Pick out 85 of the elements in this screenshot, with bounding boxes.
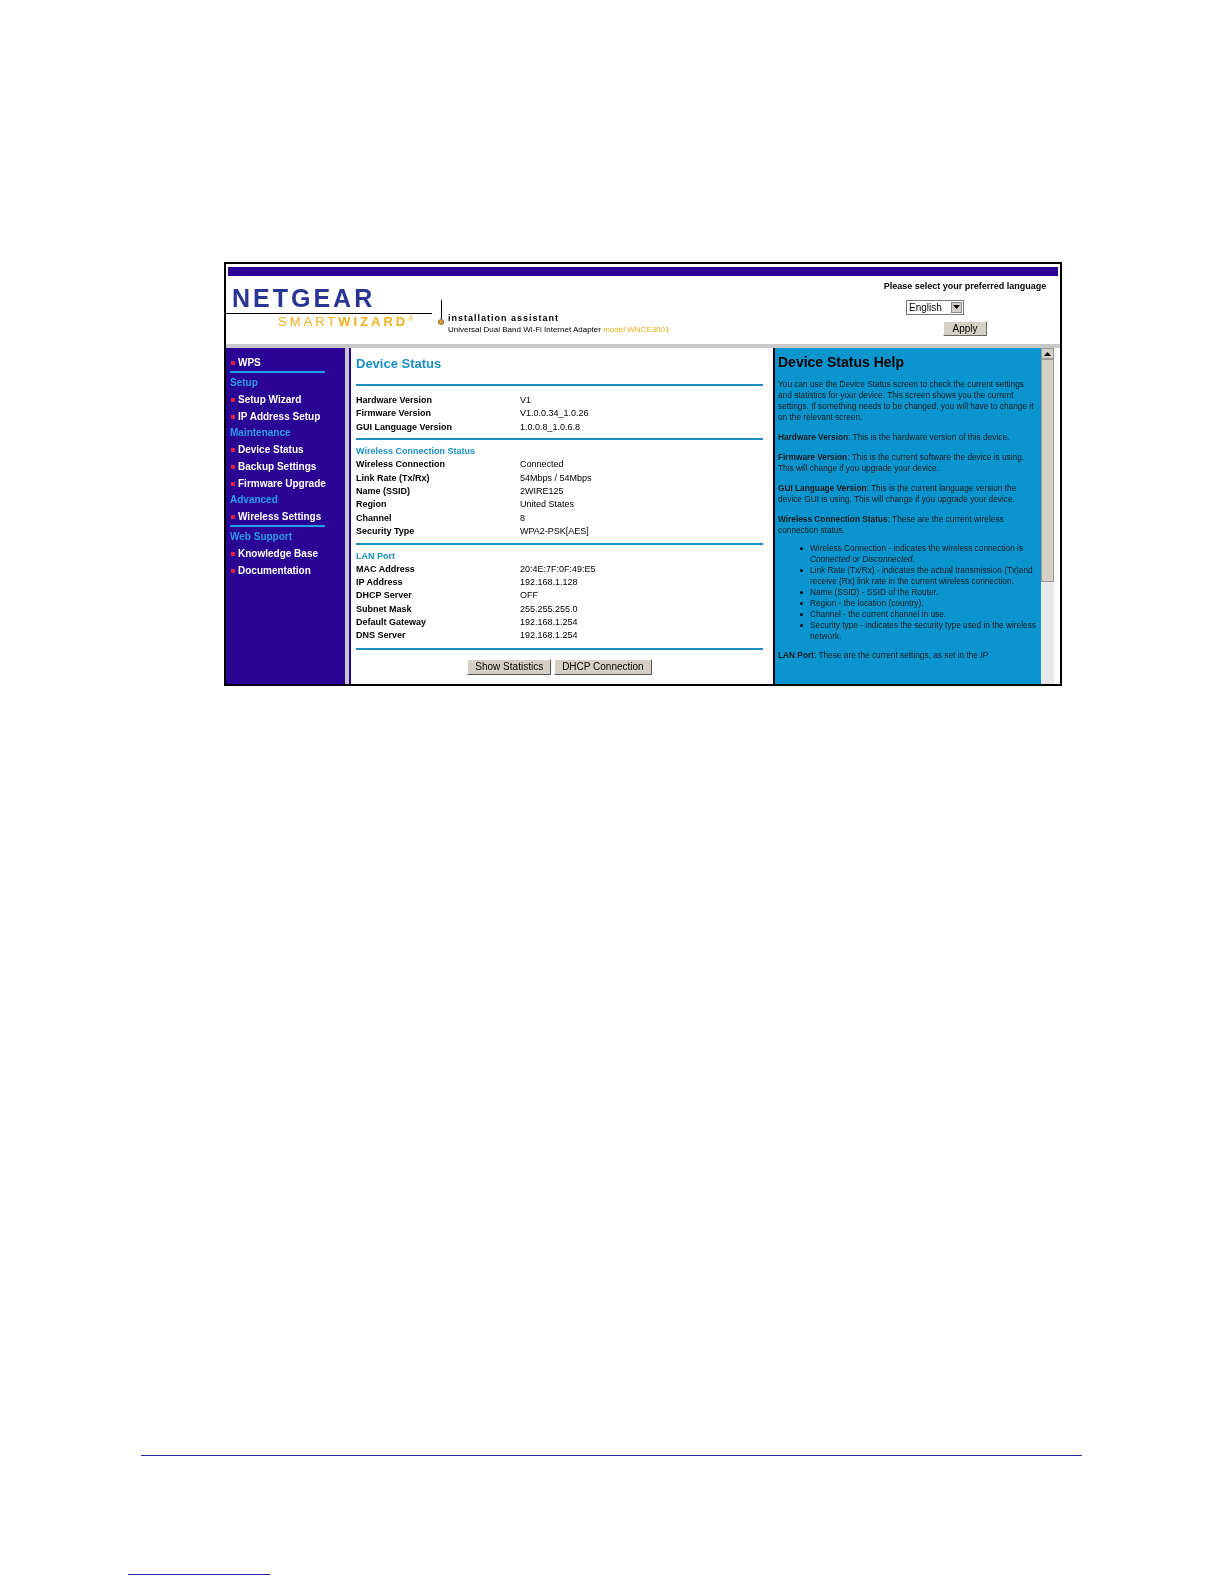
scrollbar[interactable] — [1041, 348, 1054, 684]
bullet-icon — [231, 481, 235, 486]
field-value: United States — [520, 498, 575, 512]
logo-text: NETGEAR — [232, 286, 377, 311]
action-button[interactable]: Show Statistics — [467, 658, 552, 675]
help-paragraph: Firmware Version: This is the current software the device is using. This will change if you upgrade your device. — [778, 452, 1026, 474]
field-label: DNS Server — [356, 629, 407, 643]
bullet-text: Wireless Connection - indicates the wireless connection is Connected or Disconnected. — [810, 543, 1025, 565]
field-value: V1.0.0.34_1.0.26 — [520, 407, 589, 421]
field-label: Default Gateway — [356, 616, 428, 630]
field-label: Name (SSID) — [356, 484, 411, 498]
section-heading: Maintenance — [230, 426, 292, 440]
bullet-text: Channel - the current channel in use. — [810, 609, 947, 620]
field-value: 192.168.1.254 — [520, 616, 578, 630]
nav-link[interactable]: Wireless Settings — [238, 509, 322, 524]
bullet-icon — [231, 447, 235, 452]
bullet-icon — [231, 551, 235, 556]
section-heading: Wireless Connection Status — [356, 445, 476, 459]
bullet-icon — [800, 602, 803, 605]
bullet-icon — [800, 547, 803, 550]
field-value: V1 — [520, 394, 531, 407]
nav-link[interactable]: Setup Wizard — [238, 392, 302, 407]
section-heading: Setup — [230, 376, 259, 390]
bullet-icon — [800, 591, 803, 594]
tagline: installation assistant — [448, 312, 561, 324]
field-value: 192.168.1.128 — [520, 575, 578, 589]
field-label: Link Rate (Tx/Rx) — [356, 471, 431, 485]
language-prompt: Please select your preferred language — [883, 280, 1047, 293]
help-paragraph: You can use the Device Status screen to check the current settings and statistics for your device. This screen shows you the current settings. If something needs to be changed, you will have to change it on the relevant screen. — [778, 379, 1035, 423]
bullet-text: Name (SSID) - SSID of the Router. — [810, 587, 939, 598]
bullet-icon — [800, 569, 803, 572]
field-label: Region — [356, 498, 388, 512]
field-value: 192.168.1.254 — [520, 629, 578, 643]
bullet-text: Region - the location (country). — [810, 598, 924, 609]
nav-link[interactable]: Backup Settings — [238, 459, 317, 474]
bullet-icon — [800, 624, 803, 627]
field-label: MAC Address — [356, 562, 416, 576]
bullet-icon — [231, 464, 235, 469]
help-paragraph: GUI Language Version: This is the current language version the device GUI is using. This will change if you upgrade your device. — [778, 483, 1018, 505]
nav-link[interactable]: Firmware Upgrade — [238, 476, 326, 491]
field-label: DHCP Server — [356, 589, 413, 603]
apply-button[interactable]: Apply — [943, 320, 987, 336]
field-label: Subnet Mask — [356, 602, 413, 616]
field-value: 54Mbps / 54Mbps — [520, 471, 592, 485]
field-value: Connected — [520, 458, 564, 472]
scroll-up-icon[interactable] — [1041, 348, 1054, 359]
section-heading: LAN Port — [356, 549, 396, 563]
language-select[interactable]: English — [906, 299, 964, 315]
field-label: Wireless Connection — [356, 458, 446, 472]
field-label: GUI Language Version — [356, 420, 454, 434]
bullet-text: Security type - indicates the security type used in the wireless network. — [810, 620, 1037, 642]
section-heading: Advanced — [230, 493, 279, 507]
nav-link[interactable]: WPS — [238, 355, 261, 370]
field-value: 20:4E:7F:0F:49:E5 — [520, 562, 596, 576]
page-title: Device Status — [356, 355, 443, 373]
section-heading: Web Support — [230, 530, 294, 544]
help-paragraph: LAN Port: These are the current settings, as set in the IP — [778, 650, 990, 661]
field-value: 2WIRE125 — [520, 484, 564, 498]
nav-link[interactable]: IP Address Setup — [238, 409, 321, 424]
field-value: 1.0.0.8_1.0.6.8 — [520, 420, 581, 434]
field-label: Security Type — [356, 525, 416, 539]
field-label: Channel — [356, 511, 393, 525]
scroll-thumb[interactable] — [1041, 359, 1054, 582]
field-label: IP Address — [356, 575, 404, 589]
action-button[interactable]: DHCP Connection — [554, 658, 652, 675]
bullet-text: Link Rate (Tx/Rx) - indicates the actual transmission (Tx)and receive (Rx) link rate in the current wireless connection. — [810, 565, 1034, 587]
bullet-icon — [231, 568, 235, 573]
nav-link[interactable]: Device Status — [238, 442, 304, 457]
bullet-icon — [231, 514, 235, 519]
nav-link[interactable]: Documentation — [238, 563, 311, 578]
help-paragraph: Wireless Connection Status: These are the current wireless connection status. — [778, 514, 1005, 536]
field-value: WPA2-PSK[AES] — [520, 525, 589, 539]
help-title: Device Status Help — [778, 353, 906, 372]
bullet-icon — [800, 613, 803, 616]
bullet-icon — [231, 397, 235, 402]
field-label: Firmware Version — [356, 407, 433, 421]
field-label: Hardware Version — [356, 394, 434, 407]
field-value: 255.255.255.0 — [520, 602, 578, 616]
bullet-icon — [231, 414, 235, 419]
bullet-icon — [231, 360, 235, 365]
field-value: OFF — [520, 589, 538, 603]
nav-link[interactable]: Knowledge Base — [238, 546, 319, 561]
help-paragraph: Hardware Version: This is the hardware version of this device. — [778, 432, 1011, 443]
device-description: Universal Dual Band Wi-Fi Internet Adapter model WNCE3001 — [448, 324, 670, 335]
field-value: 8 — [520, 511, 525, 525]
